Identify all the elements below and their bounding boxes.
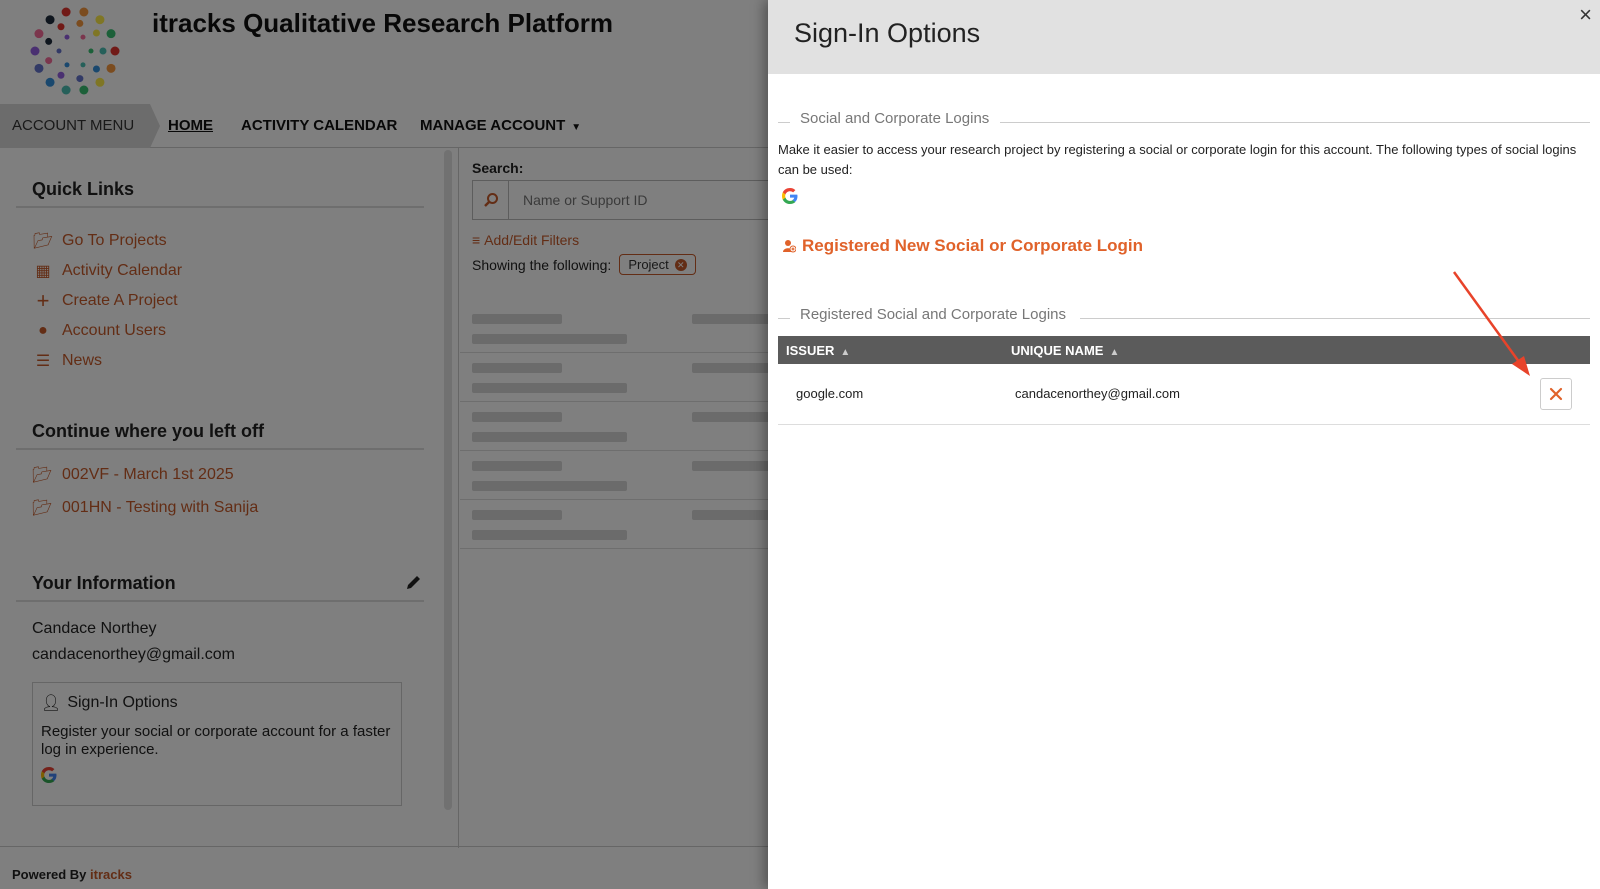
cell-actions: [1510, 364, 1590, 425]
cell-unique-name: candacenorthey@gmail.com: [1003, 364, 1510, 425]
add-user-icon: [783, 240, 796, 253]
close-x-icon: [1549, 387, 1563, 400]
delete-login-button[interactable]: [1540, 377, 1572, 410]
signin-options-drawer: Sign-In Options × Social and Corporate L…: [768, 0, 1600, 889]
table-header-row: ISSUER ▲ UNIQUE NAME ▲: [778, 336, 1590, 364]
close-icon[interactable]: ×: [1579, 2, 1592, 28]
table-row: google.com candacenorthey@gmail.com: [778, 364, 1590, 425]
google-icon: [782, 188, 798, 204]
register-new-login-link[interactable]: Registered New Social or Corporate Login: [782, 236, 1143, 256]
registered-logins-heading: Registered Social and Corporate Logins: [800, 306, 1066, 323]
column-header-unique-name[interactable]: UNIQUE NAME ▲: [1003, 336, 1510, 364]
column-header-issuer[interactable]: ISSUER ▲: [778, 336, 1003, 364]
drawer-header: Sign-In Options ×: [768, 0, 1600, 74]
column-header-label: ISSUER: [786, 342, 835, 358]
register-link-label: Registered New Social or Corporate Login: [802, 236, 1144, 255]
fieldset-line: [1080, 318, 1590, 319]
fieldset-line: [778, 122, 790, 123]
column-header-label: UNIQUE NAME: [1011, 342, 1104, 358]
cell-issuer: google.com: [778, 364, 1003, 425]
social-logins-heading: Social and Corporate Logins: [800, 110, 990, 127]
sort-asc-icon: ▲: [840, 346, 851, 358]
fieldset-line: [778, 318, 790, 319]
registered-logins-table: ISSUER ▲ UNIQUE NAME ▲ google.com candacen…: [778, 336, 1590, 425]
sort-asc-icon: ▲: [1109, 346, 1120, 358]
column-header-actions: [1510, 336, 1590, 364]
fieldset-line: [1000, 122, 1590, 123]
social-logins-intro: Make it easier to access your research p…: [778, 142, 1577, 177]
drawer-title: Sign-In Options: [794, 18, 981, 48]
